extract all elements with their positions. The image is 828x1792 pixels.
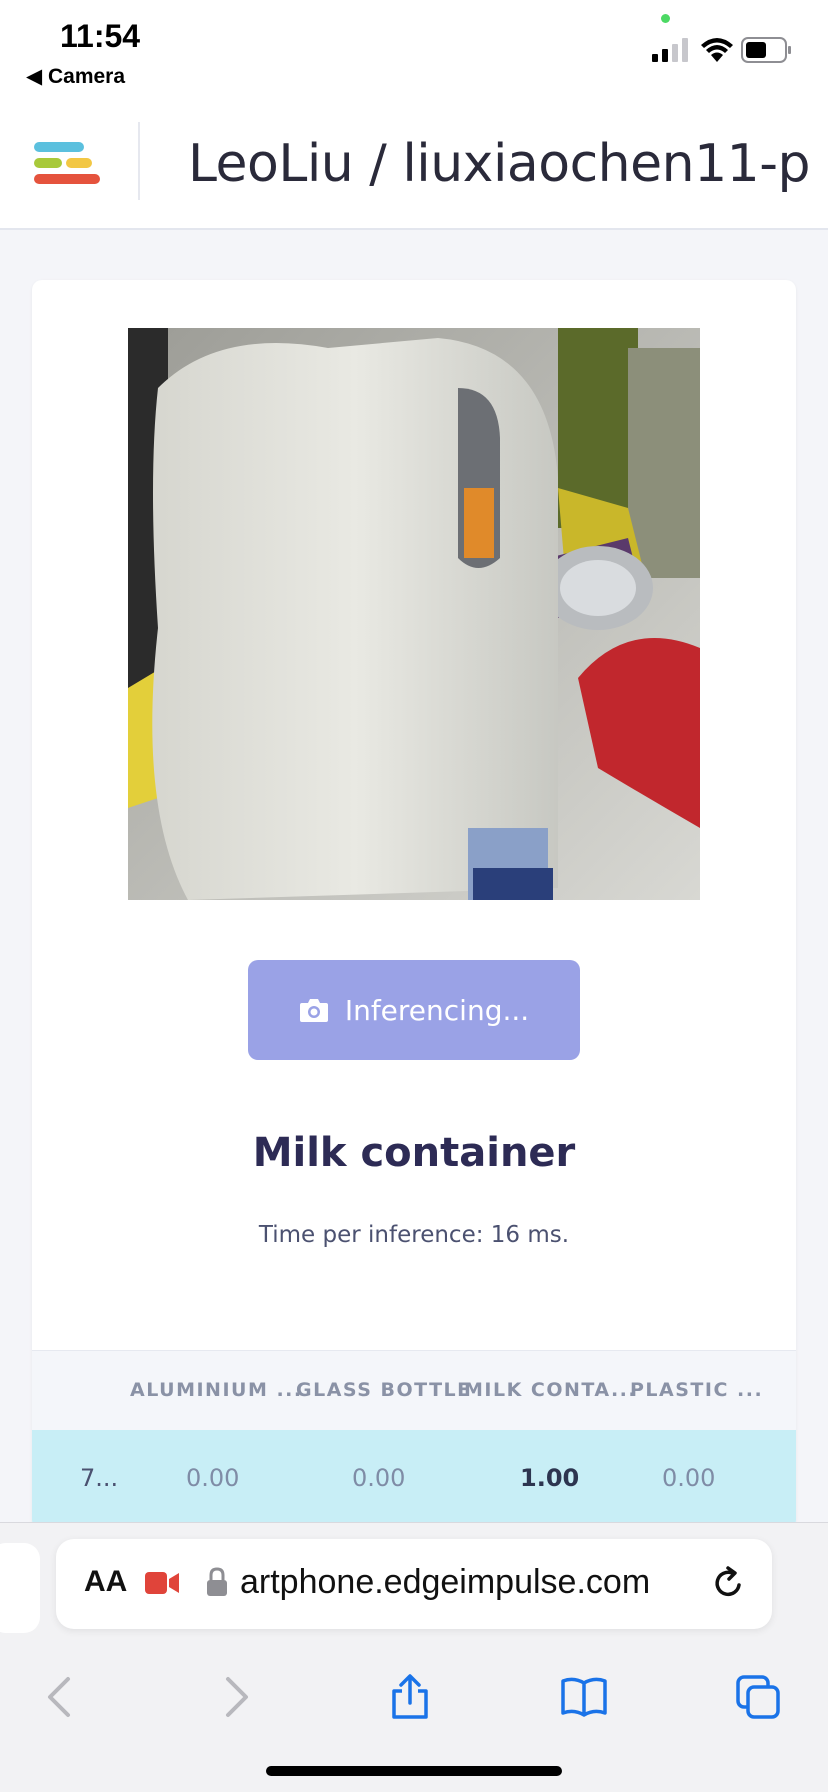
- inferencing-button-label: Inferencing...: [344, 993, 530, 1027]
- header-divider: [138, 122, 140, 200]
- app-header: LeoLiu / liuxiaochen11-p...: [0, 104, 828, 230]
- classifier-card: Inferencing... Milk container Time per i…: [32, 280, 796, 1530]
- browser-toolbar: AA artphone.edgeimpulse.com: [0, 1522, 828, 1792]
- status-bar: 11:54 ◀ Camera: [0, 0, 828, 104]
- column-header-milk-container: MILK CONTA...: [464, 1379, 638, 1401]
- url-text[interactable]: artphone.edgeimpulse.com: [240, 1563, 710, 1602]
- camera-icon: [299, 999, 328, 1022]
- row-aluminium-cell: 0.00: [186, 1464, 240, 1492]
- row-milk-container-cell: 1.00: [520, 1464, 580, 1492]
- forward-arrow-icon[interactable]: [212, 1673, 260, 1721]
- camera-in-use-indicator: [661, 14, 670, 23]
- battery-icon: [741, 37, 791, 63]
- bookmarks-icon[interactable]: [560, 1673, 608, 1721]
- row-timestamp-cell: 7...: [80, 1464, 119, 1492]
- back-to-camera-link[interactable]: ◀ Camera: [26, 64, 125, 89]
- text-size-button[interactable]: AA: [84, 1565, 127, 1599]
- lock-icon: [207, 1567, 227, 1596]
- status-time: 11:54: [60, 18, 141, 54]
- row-plastic-cell: 0.00: [662, 1464, 716, 1492]
- wifi-icon: [701, 38, 733, 62]
- address-bar[interactable]: AA artphone.edgeimpulse.com: [56, 1539, 772, 1629]
- classification-result: Milk container: [252, 1130, 576, 1176]
- column-header-plastic: PLASTIC ...: [630, 1379, 764, 1401]
- previous-tab-preview[interactable]: [0, 1543, 40, 1633]
- reload-icon[interactable]: [710, 1565, 746, 1601]
- column-header-glass-bottle: GLASS BOTTLE: [296, 1379, 472, 1401]
- row-glass-bottle-cell: 0.00: [352, 1464, 406, 1492]
- edge-impulse-logo-icon[interactable]: [34, 138, 104, 190]
- inference-time: Time per inference: 16 ms.: [258, 1222, 570, 1248]
- table-row: 7... 0.00 0.00 1.00 0.00: [32, 1430, 796, 1530]
- share-icon[interactable]: [386, 1673, 434, 1721]
- recording-camera-icon[interactable]: [144, 1569, 180, 1597]
- home-indicator[interactable]: [266, 1766, 562, 1776]
- cellular-signal-icon: [652, 38, 688, 62]
- project-title: LeoLiu / liuxiaochen11-p...: [188, 134, 808, 194]
- inferencing-button[interactable]: Inferencing...: [248, 960, 580, 1060]
- back-arrow-icon[interactable]: [36, 1673, 84, 1721]
- results-table-header: ALUMINIUM ... GLASS BOTTLE MILK CONTA...…: [32, 1350, 796, 1430]
- camera-preview-image: [128, 328, 700, 900]
- column-header-aluminium: ALUMINIUM ...: [130, 1379, 303, 1401]
- tabs-icon[interactable]: [734, 1673, 782, 1721]
